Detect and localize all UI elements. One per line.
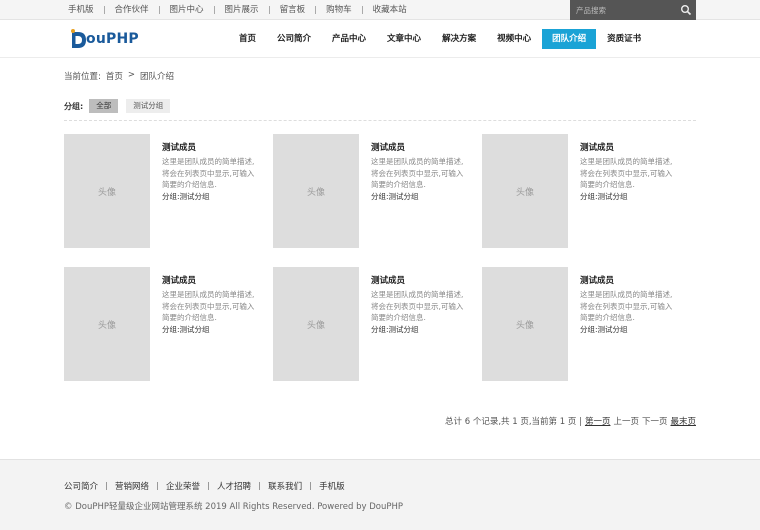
breadcrumb-label: 当前位置: xyxy=(64,72,101,82)
member-group: 分组:测试分组 xyxy=(162,324,210,334)
nav-products[interactable]: 产品中心 xyxy=(322,29,376,49)
breadcrumb: 当前位置: 首页 > 团队介绍 xyxy=(64,70,174,82)
nav-home[interactable]: 首页 xyxy=(229,29,266,49)
member-avatar[interactable]: 头像 xyxy=(64,267,150,381)
member-desc-line: 这里是团队成员的简单描述, xyxy=(580,290,673,299)
site-logo[interactable]: ouPHP xyxy=(70,27,139,51)
footer-link-about[interactable]: 公司简介 xyxy=(64,480,106,492)
footer-link-mobile[interactable]: 手机版 xyxy=(311,480,353,492)
member-info: 测试成员 这里是团队成员的简单描述, 将会在列表页中显示,可输入 简要的介绍信息… xyxy=(580,275,684,335)
member-desc-line: 这里是团队成员的简单描述, xyxy=(162,157,255,166)
member-name[interactable]: 测试成员 xyxy=(580,275,684,287)
member-desc-line: 将会在列表页中显示,可输入 xyxy=(371,168,464,178)
member-name[interactable]: 测试成员 xyxy=(162,275,266,287)
member-desc-line: 简要的介绍信息. xyxy=(371,313,426,322)
top-link-image-gallery[interactable]: 图片展示 xyxy=(215,0,269,20)
pager-next: 下一页 xyxy=(641,417,668,427)
member-info: 测试成员 这里是团队成员的简单描述, 将会在列表页中显示,可输入 简要的介绍信息… xyxy=(371,142,475,202)
member-group: 分组:测试分组 xyxy=(371,324,419,334)
member-info: 测试成员 这里是团队成员的简单描述, 将会在列表页中显示,可输入 简要的介绍信息… xyxy=(371,275,475,335)
footer-link-contact[interactable]: 联系我们 xyxy=(260,480,310,492)
top-link-bookmark[interactable]: 收藏本站 xyxy=(363,0,417,20)
member-info: 测试成员 这里是团队成员的简单描述, 将会在列表页中显示,可输入 简要的介绍信息… xyxy=(162,275,266,335)
copyright-text: © DouPHP轻量级企业网站管理系统 2019 All Rights Rese… xyxy=(64,502,403,512)
member-group: 分组:测试分组 xyxy=(580,191,628,201)
member-avatar[interactable]: 头像 xyxy=(64,134,150,248)
main-nav: 首页 公司简介 产品中心 文章中心 解决方案 视频中心 团队介绍 资质证书 xyxy=(229,29,652,49)
search-input[interactable] xyxy=(570,0,678,20)
member-desc-line: 这里是团队成员的简单描述, xyxy=(580,157,673,166)
site-footer: 公司简介 营销网络 企业荣誉 人才招聘 联系我们 手机版 © DouPHP轻量级… xyxy=(0,459,760,530)
member-card[interactable]: 头像 测试成员 这里是团队成员的简单描述, 将会在列表页中显示,可输入 简要的介… xyxy=(273,134,473,250)
divider xyxy=(64,120,696,121)
member-name[interactable]: 测试成员 xyxy=(371,275,475,287)
member-desc-line: 将会在列表页中显示,可输入 xyxy=(162,168,255,178)
member-info: 测试成员 这里是团队成员的简单描述, 将会在列表页中显示,可输入 简要的介绍信息… xyxy=(580,142,684,202)
member-name[interactable]: 测试成员 xyxy=(580,142,684,154)
member-avatar[interactable]: 头像 xyxy=(273,267,359,381)
member-desc-line: 将会在列表页中显示,可输入 xyxy=(371,301,464,311)
nav-videos[interactable]: 视频中心 xyxy=(487,29,541,49)
member-name[interactable]: 测试成员 xyxy=(371,142,475,154)
top-bar: 手机版 合作伙伴 图片中心 图片展示 留言板 购物车 收藏本站 xyxy=(0,0,760,20)
member-avatar[interactable]: 头像 xyxy=(482,134,568,248)
nav-certificates[interactable]: 资质证书 xyxy=(597,29,651,49)
member-desc-line: 简要的介绍信息. xyxy=(162,180,217,189)
member-desc-line: 简要的介绍信息. xyxy=(162,313,217,322)
top-link-mobile[interactable]: 手机版 xyxy=(58,0,104,20)
member-desc-line: 将会在列表页中显示,可输入 xyxy=(162,301,255,311)
logo-mark xyxy=(70,28,88,50)
top-link-cart[interactable]: 购物车 xyxy=(316,0,362,20)
member-desc-line: 简要的介绍信息. xyxy=(580,180,635,189)
site-header: ouPHP 首页 公司简介 产品中心 文章中心 解决方案 视频中心 团队介绍 资… xyxy=(0,20,760,58)
member-card[interactable]: 头像 测试成员 这里是团队成员的简单描述, 将会在列表页中显示,可输入 简要的介… xyxy=(64,134,264,250)
nav-articles[interactable]: 文章中心 xyxy=(377,29,431,49)
member-desc-line: 这里是团队成员的简单描述, xyxy=(371,157,464,166)
filter-group-chip[interactable]: 测试分组 xyxy=(126,99,171,113)
filter-label: 分组: xyxy=(64,101,84,111)
search-box xyxy=(570,0,696,20)
breadcrumb-current: 团队介绍 xyxy=(140,72,175,82)
member-avatar[interactable]: 头像 xyxy=(273,134,359,248)
footer-link-jobs[interactable]: 人才招聘 xyxy=(209,480,259,492)
member-desc-line: 这里是团队成员的简单描述, xyxy=(371,290,464,299)
member-desc-line: 将会在列表页中显示,可输入 xyxy=(580,301,673,311)
member-desc-line: 将会在列表页中显示,可输入 xyxy=(580,168,673,178)
top-link-partners[interactable]: 合作伙伴 xyxy=(105,0,159,20)
member-group: 分组:测试分组 xyxy=(580,324,628,334)
footer-link-network[interactable]: 营销网络 xyxy=(107,480,157,492)
filter-all-chip[interactable]: 全部 xyxy=(89,99,119,113)
member-card[interactable]: 头像 测试成员 这里是团队成员的简单描述, 将会在列表页中显示,可输入 简要的介… xyxy=(273,267,473,383)
group-filter: 分组: 全部 测试分组 xyxy=(64,99,178,113)
member-group: 分组:测试分组 xyxy=(162,191,210,201)
footer-links: 公司简介 营销网络 企业荣誉 人才招聘 联系我们 手机版 xyxy=(64,480,353,492)
footer-link-honors[interactable]: 企业荣誉 xyxy=(158,480,208,492)
top-links: 手机版 合作伙伴 图片中心 图片展示 留言板 购物车 收藏本站 xyxy=(58,0,417,20)
top-link-image-center[interactable]: 图片中心 xyxy=(160,0,214,20)
nav-about[interactable]: 公司简介 xyxy=(267,29,321,49)
nav-solutions[interactable]: 解决方案 xyxy=(432,29,486,49)
member-avatar[interactable]: 头像 xyxy=(482,267,568,381)
member-card[interactable]: 头像 测试成员 这里是团队成员的简单描述, 将会在列表页中显示,可输入 简要的介… xyxy=(482,267,682,383)
nav-team[interactable]: 团队介绍 xyxy=(542,29,597,49)
pager-last-link[interactable]: 最末页 xyxy=(670,415,696,427)
member-group: 分组:测试分组 xyxy=(371,191,419,201)
breadcrumb-separator: > xyxy=(127,70,136,80)
member-card[interactable]: 头像 测试成员 这里是团队成员的简单描述, 将会在列表页中显示,可输入 简要的介… xyxy=(482,134,682,250)
member-desc-line: 简要的介绍信息. xyxy=(580,313,635,322)
pagination-summary: 总计 6 个记录,共 1 页,当前第 1 页 | xyxy=(445,417,582,427)
pagination: 总计 6 个记录,共 1 页,当前第 1 页 | 第一页 上一页 下一页 最末页 xyxy=(445,415,696,427)
breadcrumb-home[interactable]: 首页 xyxy=(106,70,123,82)
pager-prev: 上一页 xyxy=(613,417,639,427)
pager-first-link[interactable]: 第一页 xyxy=(585,415,611,427)
logo-text: ouPHP xyxy=(86,31,139,47)
member-desc-line: 这里是团队成员的简单描述, xyxy=(162,290,255,299)
top-link-guestbook[interactable]: 留言板 xyxy=(270,0,316,20)
member-info: 测试成员 这里是团队成员的简单描述, 将会在列表页中显示,可输入 简要的介绍信息… xyxy=(162,142,266,202)
member-card[interactable]: 头像 测试成员 这里是团队成员的简单描述, 将会在列表页中显示,可输入 简要的介… xyxy=(64,267,264,383)
search-icon[interactable] xyxy=(680,4,692,16)
member-name[interactable]: 测试成员 xyxy=(162,142,266,154)
member-desc-line: 简要的介绍信息. xyxy=(371,180,426,189)
